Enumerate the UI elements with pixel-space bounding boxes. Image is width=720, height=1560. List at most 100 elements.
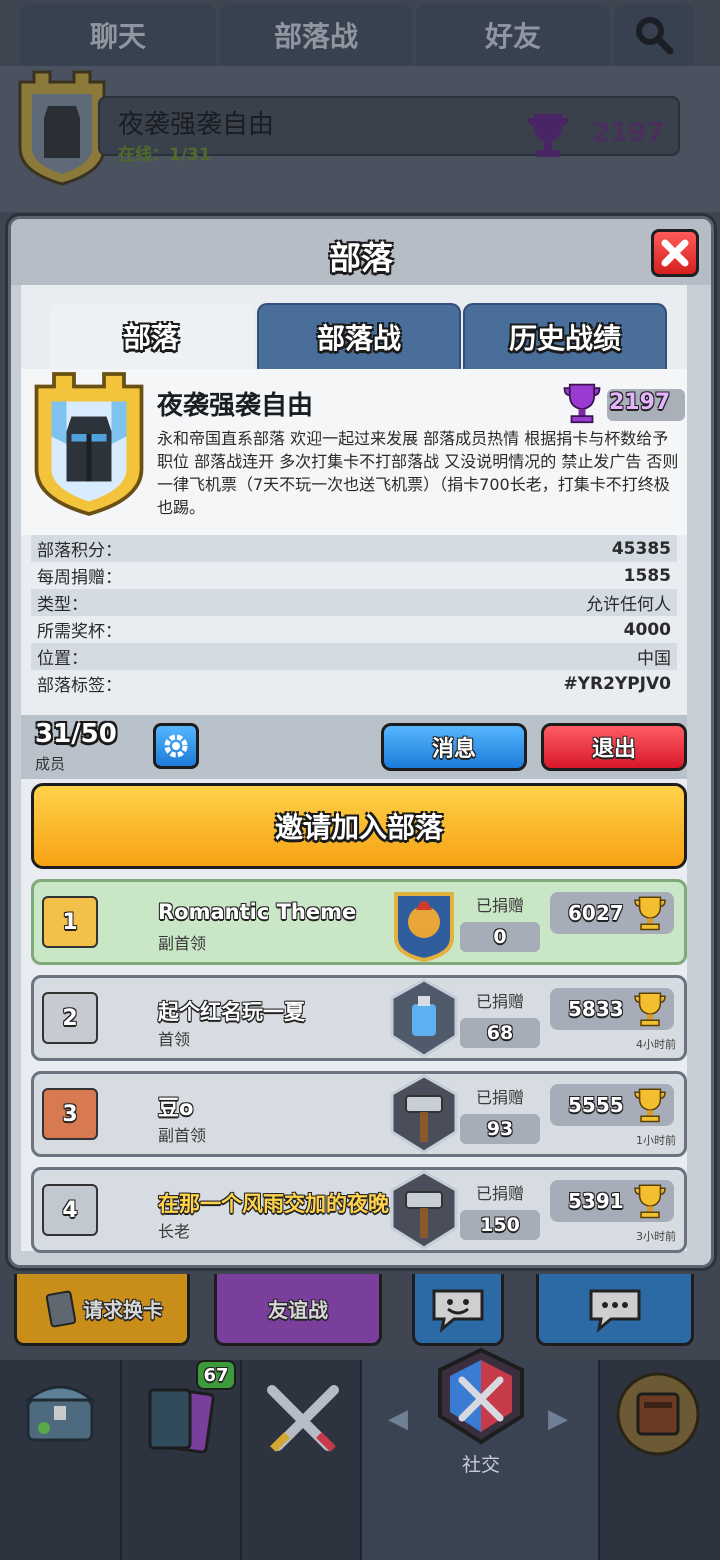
stat-clan-tag: 部落标签： #YR2YPJV0	[31, 670, 677, 697]
member-name: 豆o	[158, 1096, 194, 1120]
member-rank: 1	[42, 896, 98, 948]
stat-type: 类型： 允许任何人	[31, 589, 677, 616]
clan-badge-large-icon	[34, 372, 144, 516]
gear-icon	[164, 734, 188, 758]
stat-required-trophies: 所需奖杯： 4000	[31, 616, 677, 643]
clan-name: 夜袭强袭自由	[157, 391, 314, 421]
member-last-seen: 3小时前	[636, 1230, 676, 1243]
leave-button[interactable]: 退出	[541, 723, 687, 771]
nav-battle[interactable]	[242, 1360, 362, 1560]
trophy-icon	[563, 383, 601, 424]
emote-button[interactable]	[412, 1274, 504, 1346]
clan-summary-trophies: 2197	[592, 118, 665, 148]
donated-label: 已捐赠	[476, 992, 525, 1011]
member-last-seen: 4小时前	[636, 1038, 676, 1051]
message-button[interactable]: 消息	[381, 723, 527, 771]
member-trophies-value: 6027	[568, 901, 624, 925]
donated-label: 已捐赠	[476, 1088, 525, 1107]
subtab-clan[interactable]: 部落	[49, 303, 253, 369]
search-button[interactable]	[614, 4, 694, 66]
donated-label: 已捐赠	[476, 1184, 525, 1203]
arena-badge-icon	[390, 1170, 458, 1250]
search-icon	[636, 17, 674, 55]
message-button-label: 消息	[431, 737, 476, 762]
member-trophies: 5555	[550, 1084, 674, 1126]
nav-left-arrow-icon: ◀	[388, 1404, 408, 1434]
friendly-battle-label: 友谊战	[268, 1298, 328, 1322]
cards-badge: 67	[196, 1360, 236, 1390]
member-donated: 0	[460, 922, 540, 952]
chat-button[interactable]	[536, 1274, 694, 1346]
stat-label: 部落积分：	[37, 541, 122, 561]
clan-summary-bar[interactable]: 夜袭强袭自由 在线：1/31 2197	[0, 66, 720, 212]
stat-value: 4000	[623, 619, 671, 640]
nav-events[interactable]	[600, 1360, 720, 1560]
tab-chat[interactable]: 聊天	[20, 4, 216, 66]
members-count: 31/50	[35, 719, 117, 749]
clan-trophies: 2197	[609, 390, 671, 415]
member-row[interactable]: 3 豆o 副首领 已捐赠 93 5555 1小时前	[31, 1071, 687, 1157]
nav-shop[interactable]	[0, 1360, 122, 1560]
tab-clan-war[interactable]: 部落战	[220, 4, 412, 66]
subtab-clan-war[interactable]: 部落战	[257, 303, 461, 369]
trophy-icon	[634, 992, 666, 1027]
stat-location: 位置： 中国	[31, 643, 677, 670]
member-name: Romantic Theme	[158, 900, 357, 924]
member-rank: 4	[42, 1184, 98, 1236]
member-trophies: 5391	[550, 1180, 674, 1222]
member-row[interactable]: 1 Romantic Theme 副首领 已捐赠 0 6027	[31, 879, 687, 965]
trophy-icon	[634, 1088, 666, 1123]
donated-label: 已捐赠	[476, 896, 525, 915]
nav-social[interactable]: ◀ ▶ 社交	[362, 1347, 600, 1560]
clan-description: 永和帝国直系部落 欢迎一起过来发展 部落成员热情 根据捐卡与杯数给予职位 部落战…	[157, 429, 679, 517]
nav-cards[interactable]: 67	[122, 1360, 242, 1560]
member-last-seen: 1小时前	[636, 1134, 676, 1147]
arena-badge-icon	[394, 892, 454, 962]
member-donated: 93	[460, 1114, 540, 1144]
invite-button[interactable]: 邀请加入部落	[31, 783, 687, 869]
member-row[interactable]: 4 在那一个风雨交加的夜晚 长老 已捐赠 150 5391 3小时前	[31, 1167, 687, 1253]
trophy-icon	[528, 114, 568, 157]
nav-right-arrow-icon: ▶	[548, 1404, 568, 1434]
stat-value: #YR2YPJV0	[563, 673, 671, 694]
close-icon	[661, 239, 689, 267]
member-name: 在那一个风雨交加的夜晚	[158, 1192, 389, 1216]
stat-clan-score: 部落积分： 45385	[31, 535, 677, 562]
close-button[interactable]	[651, 229, 699, 277]
invite-button-label: 邀请加入部落	[274, 811, 443, 844]
subtab-history[interactable]: 历史战绩	[463, 303, 667, 369]
request-cards-label: 请求换卡	[83, 1298, 163, 1322]
member-role: 首领	[158, 1030, 191, 1049]
member-trophies-value: 5833	[568, 997, 624, 1021]
clan-settings-button[interactable]	[153, 723, 199, 769]
member-rank: 3	[42, 1088, 98, 1140]
smile-chat-icon	[432, 1289, 484, 1333]
leave-button-label: 退出	[591, 737, 636, 762]
crossed-swords-icon	[267, 1385, 339, 1452]
subtab-history-label: 历史战绩	[508, 322, 621, 355]
clan-summary-online: 在线：1/31	[118, 145, 211, 165]
tab-friends-label: 好友	[484, 20, 541, 53]
member-row[interactable]: 2 起个红名玩一夏 首领 已捐赠 68 5833 4小时前	[31, 975, 687, 1061]
stat-value: 允许任何人	[586, 595, 671, 615]
stat-value: 45385	[611, 538, 671, 559]
stat-value: 中国	[637, 649, 671, 669]
tab-clan-war-label: 部落战	[273, 20, 358, 53]
friendly-battle-button[interactable]: 友谊战	[214, 1274, 382, 1346]
clan-info-modal: 部落 部落 部落战 历史战绩 夜袭强袭自由 2197 永和帝国直系部落 欢迎一起…	[8, 216, 714, 1268]
stat-label: 类型：	[37, 595, 88, 615]
chest-icon	[23, 1385, 97, 1442]
tab-friends[interactable]: 好友	[416, 4, 610, 66]
chat-icon	[589, 1289, 641, 1333]
member-trophies: 5833	[550, 988, 674, 1030]
stat-label: 位置：	[37, 649, 88, 669]
request-cards-button[interactable]: 请求换卡	[14, 1274, 190, 1346]
member-donated: 68	[460, 1018, 540, 1048]
stat-value: 1585	[623, 565, 671, 586]
clan-summary-name: 夜袭强袭自由	[118, 110, 275, 140]
stat-label: 每周捐赠：	[37, 568, 122, 588]
cards-icon	[45, 1290, 77, 1327]
member-donated: 150	[460, 1210, 540, 1240]
clan-badge-icon	[18, 70, 106, 186]
member-role: 长老	[158, 1222, 191, 1241]
